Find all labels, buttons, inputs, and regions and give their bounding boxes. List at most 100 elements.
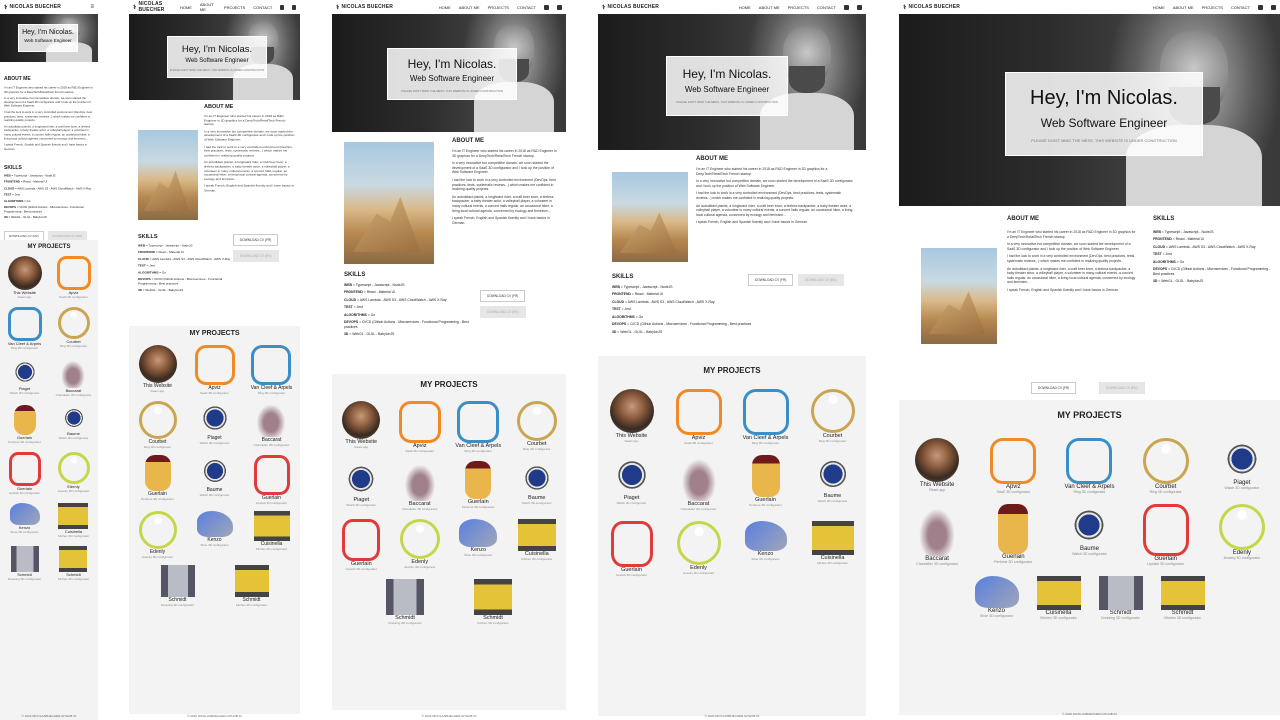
- project-card[interactable]: Edenly Jewelry 3D configurator: [1218, 504, 1265, 566]
- linkedin-icon[interactable]: [280, 4, 285, 10]
- project-card[interactable]: Apviz SaaS 3D configurator: [194, 345, 235, 395]
- project-card[interactable]: Cuisinella Kitchen 3D configurator: [1036, 576, 1081, 620]
- project-card[interactable]: Piaget Watch 3D configurator: [10, 358, 39, 397]
- nav-home[interactable]: HOME: [180, 5, 192, 10]
- download-cv-en-button[interactable]: DOWNLOAD CV (EN): [480, 306, 526, 318]
- project-card[interactable]: Schmidt Kitchen 3D configurator: [234, 565, 269, 607]
- project-card[interactable]: Edenly Jewelry 3D configurator: [399, 519, 440, 571]
- project-card[interactable]: Kenzo Shoe 3D configurator: [974, 576, 1019, 620]
- project-card[interactable]: Schmidt Dressing 3D configurator: [160, 565, 195, 607]
- project-card[interactable]: Guerlain Perfume 3D configurator: [749, 455, 782, 511]
- project-card[interactable]: This Website React app: [915, 438, 960, 494]
- brand[interactable]: ⚕ NICOLAS BUECHER: [903, 4, 960, 11]
- project-card[interactable]: Schmidt Kitchen 3D configurator: [474, 579, 512, 625]
- project-card[interactable]: Cuisinella Kitchen 3D configurator: [253, 511, 290, 559]
- project-card[interactable]: Van Cleef & Arpels Ring 3D configurator: [7, 307, 42, 350]
- project-card[interactable]: Baccarat Chandelier 3D configurator: [254, 401, 289, 449]
- project-card[interactable]: Courbet Ring 3D configurator: [516, 401, 557, 453]
- nav-about[interactable]: ABOUT ME: [459, 5, 480, 10]
- brand[interactable]: ⚕ NICOLAS BUECHER: [602, 4, 659, 11]
- project-card[interactable]: Cuisinella Kitchen 3D configurator: [517, 519, 556, 571]
- project-card[interactable]: Guerlain Perfume 3D configurator: [462, 461, 495, 511]
- nav-about[interactable]: ABOUT ME: [759, 5, 780, 10]
- project-card[interactable]: Apviz SaaS 3D configurator: [56, 256, 91, 299]
- project-card[interactable]: Kenzo Shoe 3D configurator: [744, 521, 787, 577]
- linkedin-icon[interactable]: [1258, 4, 1263, 10]
- project-card[interactable]: Guerlain Lipstick 3D configurator: [610, 521, 653, 577]
- project-card[interactable]: Schmidt Kitchen 3D configurator: [58, 546, 89, 581]
- project-card[interactable]: Piaget Watch 3D configurator: [343, 461, 380, 511]
- download-cv-en-button[interactable]: DOWNLOAD CV (EN): [1099, 382, 1145, 394]
- nav-contact[interactable]: CONTACT: [253, 5, 272, 10]
- project-card[interactable]: Guerlain Perfume 3D configurator: [141, 455, 174, 505]
- project-card[interactable]: Edenly Jewelry 3D configurator: [57, 452, 90, 495]
- project-card[interactable]: Courbet Ring 3D configurator: [138, 401, 177, 449]
- nav-projects[interactable]: PROJECTS: [788, 5, 809, 10]
- project-card[interactable]: Guerlain Lipstick 3D configurator: [8, 452, 41, 495]
- nav-projects[interactable]: PROJECTS: [488, 5, 509, 10]
- nav-projects[interactable]: PROJECTS: [1202, 5, 1223, 10]
- project-card[interactable]: This Website React app: [609, 389, 654, 445]
- download-cv-fr-button[interactable]: DOWNLOAD CV (FR): [748, 274, 794, 286]
- project-card[interactable]: Schmidt Dressing 3D configurator: [386, 579, 424, 625]
- project-card[interactable]: Schmidt Dressing 3D configurator: [1098, 576, 1143, 620]
- project-card[interactable]: Courbet Ring 3D configurator: [1142, 438, 1189, 494]
- project-card[interactable]: Baccarat Chandelier 3D configurator: [916, 504, 959, 566]
- project-card[interactable]: Guerlain Lipstick 3D configurator: [1142, 504, 1189, 566]
- github-icon[interactable]: [857, 4, 862, 10]
- github-icon[interactable]: [557, 4, 562, 10]
- project-card[interactable]: This Website React app: [342, 401, 381, 453]
- project-card[interactable]: Apviz SaaS 3D configurator: [675, 389, 722, 445]
- nav-about[interactable]: ABOUT ME: [200, 2, 216, 12]
- project-card[interactable]: Schmidt Kitchen 3D configurator: [1160, 576, 1205, 620]
- project-card[interactable]: Baume Watch 3D configurator: [59, 405, 88, 444]
- project-card[interactable]: Courbet Ring 3D configurator: [57, 307, 90, 350]
- project-card[interactable]: Guerlain Lipstick 3D configurator: [342, 519, 381, 571]
- project-card[interactable]: Baume Watch 3D configurator: [519, 461, 554, 511]
- project-card[interactable]: Van Cleef & Arpels Ring 3D configurator: [251, 345, 292, 395]
- brand[interactable]: ⚕ NICOLAS BUECHER: [4, 4, 61, 11]
- nav-contact[interactable]: CONTACT: [817, 5, 836, 10]
- nav-home[interactable]: HOME: [739, 5, 751, 10]
- project-card[interactable]: Baume Watch 3D configurator: [813, 455, 852, 511]
- project-card[interactable]: Baume Watch 3D configurator: [198, 455, 231, 505]
- project-card[interactable]: Kenzo Shoe 3D configurator: [459, 519, 498, 571]
- project-card[interactable]: Baccarat Chandelier 3D configurator: [56, 358, 91, 397]
- project-card[interactable]: Cuisinella Kitchen 3D configurator: [58, 503, 89, 538]
- linkedin-icon[interactable]: [844, 4, 849, 10]
- project-card[interactable]: Apviz SaaS 3D configurator: [990, 438, 1037, 494]
- project-card[interactable]: Kenzo Shoe 3D configurator: [9, 503, 40, 538]
- project-card[interactable]: Schmidt Dressing 3D configurator: [8, 546, 41, 581]
- project-card[interactable]: Guerlain Perfume 3D configurator: [8, 405, 41, 444]
- project-card[interactable]: Baume Watch 3D configurator: [1068, 504, 1111, 566]
- linkedin-icon[interactable]: [544, 4, 549, 10]
- project-card[interactable]: Edenly Jewelry 3D configurator: [676, 521, 721, 577]
- download-cv-en-button[interactable]: DOWNLOAD CV (EN): [798, 274, 844, 286]
- brand[interactable]: ⚕ NICOLAS BUECHER: [133, 1, 180, 13]
- nav-contact[interactable]: CONTACT: [517, 5, 536, 10]
- download-cv-en-button[interactable]: DOWNLOAD CV (EN): [233, 250, 279, 262]
- download-cv-fr-button[interactable]: DOWNLOAD CV (FR): [1031, 382, 1077, 394]
- project-card[interactable]: Piaget Watch 3D configurator: [197, 401, 232, 449]
- nav-about[interactable]: ABOUT ME: [1173, 5, 1194, 10]
- project-card[interactable]: Apviz SaaS 3D configurator: [398, 401, 441, 453]
- project-card[interactable]: Van Cleef & Arpels Ring 3D configurator: [455, 401, 501, 453]
- nav-projects[interactable]: PROJECTS: [224, 5, 245, 10]
- project-card[interactable]: Piaget Watch 3D configurator: [1220, 438, 1263, 494]
- brand[interactable]: ⚕ NICOLAS BUECHER: [336, 4, 393, 11]
- project-card[interactable]: Piaget Watch 3D configurator: [611, 455, 652, 511]
- download-cv-fr-button[interactable]: DOWNLOAD CV (FR): [480, 290, 526, 302]
- nav-home[interactable]: HOME: [439, 5, 451, 10]
- project-card[interactable]: This Website React app: [7, 256, 42, 299]
- project-card[interactable]: Guerlain Perfume 3D configurator: [994, 504, 1032, 566]
- project-card[interactable]: This Website React app: [138, 345, 177, 395]
- project-card[interactable]: Cuisinella Kitchen 3D configurator: [811, 521, 854, 577]
- github-icon[interactable]: [292, 4, 296, 10]
- nav-contact[interactable]: CONTACT: [1231, 5, 1250, 10]
- project-card[interactable]: Guerlain Lipstick 3D configurator: [253, 455, 290, 505]
- project-card[interactable]: Baccarat Chandelier 3D configurator: [401, 461, 438, 511]
- project-card[interactable]: Van Cleef & Arpels Ring 3D configurator: [742, 389, 789, 445]
- nav-home[interactable]: HOME: [1153, 5, 1165, 10]
- menu-icon[interactable]: ≡: [90, 4, 94, 10]
- project-card[interactable]: Edenly Jewelry 3D configurator: [138, 511, 177, 559]
